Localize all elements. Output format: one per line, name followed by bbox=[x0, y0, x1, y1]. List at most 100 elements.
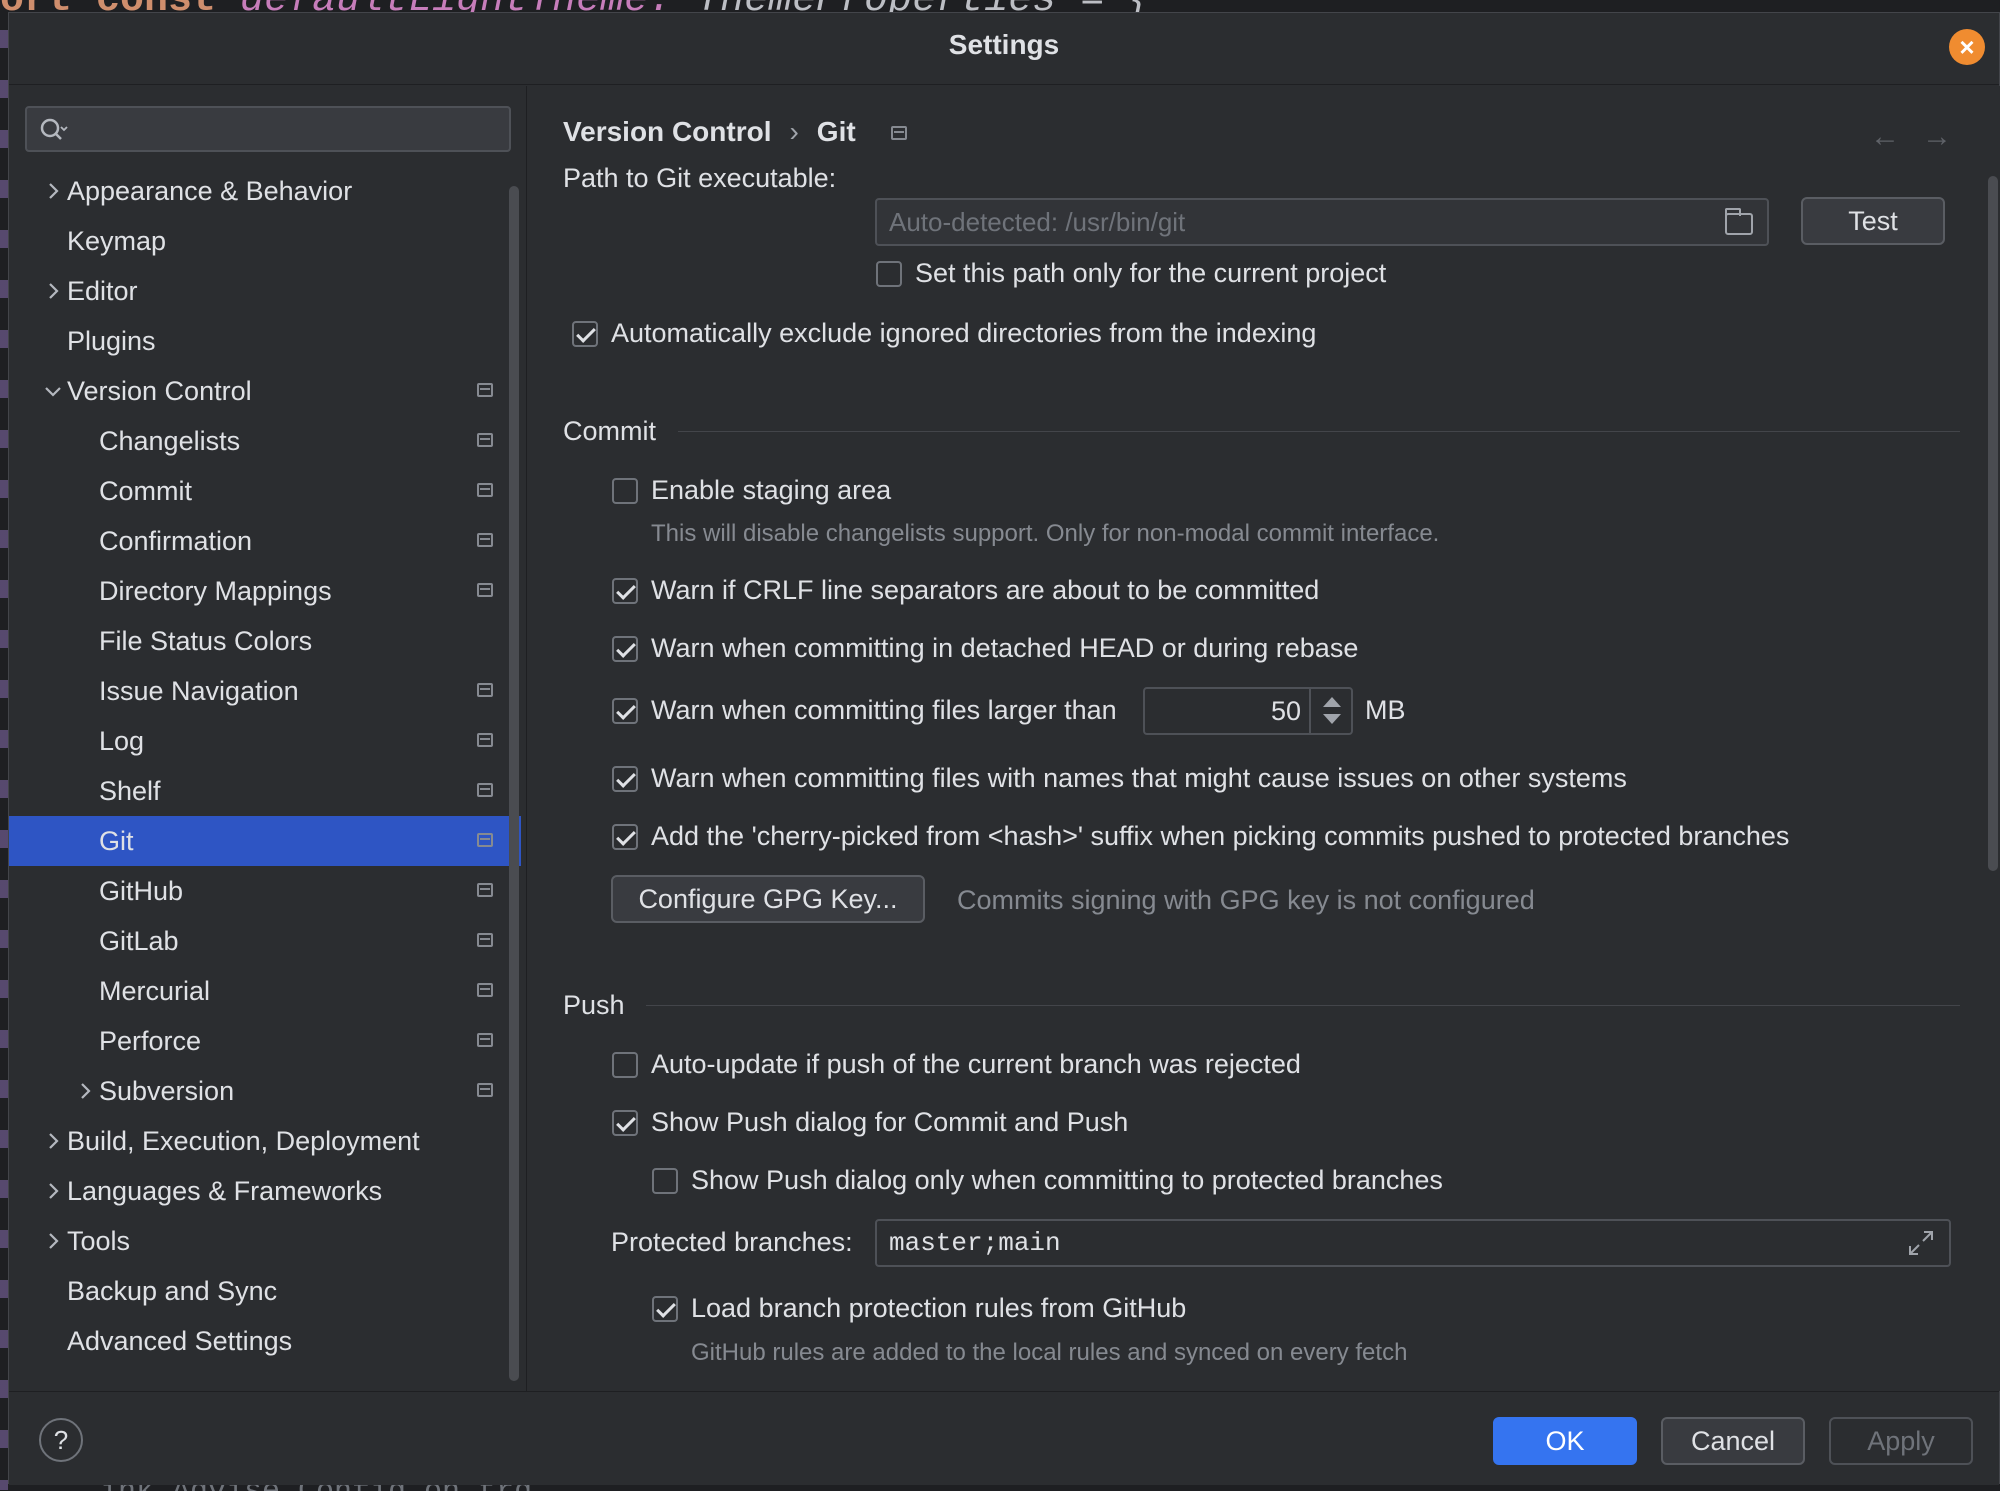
search-icon[interactable] bbox=[39, 117, 69, 143]
project-only-label[interactable]: Set this path only for the current proje… bbox=[915, 258, 1386, 289]
project-scope-icon bbox=[477, 533, 493, 547]
project-scope-icon bbox=[477, 933, 493, 947]
close-icon[interactable]: × bbox=[1949, 29, 1985, 65]
detached-head-checkbox[interactable] bbox=[612, 636, 638, 662]
sidebar-item-label: Issue Navigation bbox=[99, 676, 299, 706]
sidebar-item-git[interactable]: Git bbox=[9, 816, 521, 866]
test-button[interactable]: Test bbox=[1801, 197, 1945, 245]
protected-only-checkbox[interactable] bbox=[652, 1168, 678, 1194]
git-path-field[interactable]: Auto-detected: /usr/bin/git bbox=[875, 198, 1769, 246]
protected-branches-label: Protected branches: bbox=[611, 1227, 853, 1257]
staging-label[interactable]: Enable staging area bbox=[651, 475, 891, 506]
expand-icon[interactable] bbox=[1906, 1228, 1936, 1258]
ok-button[interactable]: OK bbox=[1493, 1417, 1637, 1465]
configure-gpg-button[interactable]: Configure GPG Key... bbox=[611, 875, 925, 923]
chevron-right-icon[interactable] bbox=[43, 1181, 63, 1201]
commit-section-title: Commit bbox=[563, 416, 656, 446]
settings-tree: Appearance & Behavior Keymap Editor Plugins… bbox=[9, 166, 521, 1366]
stepper-arrows[interactable] bbox=[1309, 689, 1351, 733]
increment-icon[interactable] bbox=[1323, 697, 1341, 707]
large-files-label[interactable]: Warn when committing files larger than bbox=[651, 695, 1117, 726]
large-files-size-stepper[interactable]: 50 bbox=[1143, 687, 1353, 735]
sidebar-item-languages-frameworks[interactable]: Languages & Frameworks bbox=[9, 1166, 521, 1216]
search-input[interactable] bbox=[25, 106, 511, 152]
sidebar-item-github[interactable]: GitHub bbox=[9, 866, 521, 916]
cancel-button[interactable]: Cancel bbox=[1661, 1417, 1805, 1465]
sidebar-item-label: Shelf bbox=[99, 776, 161, 806]
sidebar-item-build-execution-deployment[interactable]: Build, Execution, Deployment bbox=[9, 1116, 521, 1166]
sidebar-scrollbar[interactable] bbox=[509, 186, 519, 1381]
exclude-ignored-label[interactable]: Automatically exclude ignored directorie… bbox=[611, 318, 1316, 349]
sidebar-item-backup-and-sync[interactable]: Backup and Sync bbox=[9, 1266, 521, 1316]
apply-button[interactable]: Apply bbox=[1829, 1417, 1973, 1465]
sidebar-item-perforce[interactable]: Perforce bbox=[9, 1016, 521, 1066]
crlf-checkbox[interactable] bbox=[612, 578, 638, 604]
dialog-title: Settings bbox=[948, 29, 1060, 60]
sidebar-item-tools[interactable]: Tools bbox=[9, 1216, 521, 1266]
auto-update-checkbox[interactable] bbox=[612, 1052, 638, 1078]
sidebar-item-label: Commit bbox=[99, 476, 192, 506]
sidebar-item-changelists[interactable]: Changelists bbox=[9, 416, 521, 466]
project-scope-icon bbox=[477, 1033, 493, 1047]
sidebar-item-issue-navigation[interactable]: Issue Navigation bbox=[9, 666, 521, 716]
sidebar-item-subversion[interactable]: Subversion bbox=[9, 1066, 521, 1116]
chevron-right-icon[interactable] bbox=[43, 181, 63, 201]
sidebar-item-keymap[interactable]: Keymap bbox=[9, 216, 521, 266]
protected-branches-value[interactable]: master;main bbox=[889, 1228, 1061, 1258]
help-button[interactable]: ? bbox=[39, 1418, 83, 1462]
sidebar-item-shelf[interactable]: Shelf bbox=[9, 766, 521, 816]
crlf-label[interactable]: Warn if CRLF line separators are about t… bbox=[651, 575, 1319, 606]
sidebar-item-appearance-behavior[interactable]: Appearance & Behavior bbox=[9, 166, 521, 216]
chevron-right-icon[interactable] bbox=[43, 281, 63, 301]
load-rules-checkbox[interactable] bbox=[652, 1296, 678, 1322]
auto-update-label[interactable]: Auto-update if push of the current branc… bbox=[651, 1049, 1301, 1080]
project-scope-icon bbox=[477, 383, 493, 397]
sidebar-item-version-control[interactable]: Version Control bbox=[9, 366, 521, 416]
chevron-right-icon[interactable] bbox=[75, 1081, 95, 1101]
decrement-icon[interactable] bbox=[1323, 714, 1341, 724]
sidebar-item-label: Editor bbox=[67, 276, 138, 306]
sidebar-item-confirmation[interactable]: Confirmation bbox=[9, 516, 521, 566]
sidebar-item-label: Appearance & Behavior bbox=[67, 176, 353, 206]
dialog-titlebar[interactable]: Settings × bbox=[9, 13, 1999, 85]
project-scope-icon bbox=[477, 583, 493, 597]
project-only-checkbox[interactable] bbox=[876, 261, 902, 287]
sidebar-item-editor[interactable]: Editor bbox=[9, 266, 521, 316]
sidebar-item-mercurial[interactable]: Mercurial bbox=[9, 966, 521, 1016]
back-arrow-icon[interactable]: ← bbox=[1870, 120, 1922, 153]
breadcrumb-parent[interactable]: Version Control bbox=[563, 116, 771, 147]
cherry-pick-label[interactable]: Add the 'cherry-picked from <hash>' suff… bbox=[651, 821, 1789, 852]
sidebar-item-gitlab[interactable]: GitLab bbox=[9, 916, 521, 966]
file-names-label[interactable]: Warn when committing files with names th… bbox=[651, 763, 1627, 794]
sidebar-item-file-status-colors[interactable]: File Status Colors bbox=[9, 616, 521, 666]
project-scope-icon bbox=[891, 126, 907, 140]
exclude-ignored-checkbox[interactable] bbox=[572, 321, 598, 347]
sidebar-item-advanced-settings[interactable]: Advanced Settings bbox=[9, 1316, 521, 1366]
large-files-checkbox[interactable] bbox=[612, 698, 638, 724]
project-scope-icon bbox=[477, 883, 493, 897]
protected-only-label[interactable]: Show Push dialog only when committing to… bbox=[691, 1165, 1443, 1196]
sidebar-item-log[interactable]: Log bbox=[9, 716, 521, 766]
sidebar-item-plugins[interactable]: Plugins bbox=[9, 316, 521, 366]
file-names-checkbox[interactable] bbox=[612, 766, 638, 792]
sidebar-item-directory-mappings[interactable]: Directory Mappings bbox=[9, 566, 521, 616]
staging-checkbox[interactable] bbox=[612, 478, 638, 504]
load-rules-label[interactable]: Load branch protection rules from GitHub bbox=[691, 1293, 1186, 1324]
chevron-down-icon[interactable] bbox=[43, 381, 63, 401]
editor-gutter bbox=[0, 30, 8, 1490]
show-push-dialog-checkbox[interactable] bbox=[612, 1110, 638, 1136]
protected-branches-field[interactable]: master;main bbox=[875, 1219, 1951, 1267]
sidebar-item-label: Subversion bbox=[99, 1076, 235, 1106]
folder-icon[interactable] bbox=[1725, 208, 1753, 235]
content-scrollbar[interactable] bbox=[1988, 176, 1998, 871]
show-push-dialog-label[interactable]: Show Push dialog for Commit and Push bbox=[651, 1107, 1128, 1138]
chevron-right-icon[interactable] bbox=[43, 1231, 63, 1251]
detached-head-label[interactable]: Warn when committing in detached HEAD or… bbox=[651, 633, 1358, 664]
breadcrumb-current: Git bbox=[816, 116, 856, 147]
large-files-size-value[interactable]: 50 bbox=[1271, 689, 1301, 733]
forward-arrow-icon[interactable]: → bbox=[1922, 120, 1974, 153]
large-files-unit: MB bbox=[1365, 695, 1406, 725]
cherry-pick-checkbox[interactable] bbox=[612, 824, 638, 850]
sidebar-item-commit[interactable]: Commit bbox=[9, 466, 521, 516]
chevron-right-icon[interactable] bbox=[43, 1131, 63, 1151]
